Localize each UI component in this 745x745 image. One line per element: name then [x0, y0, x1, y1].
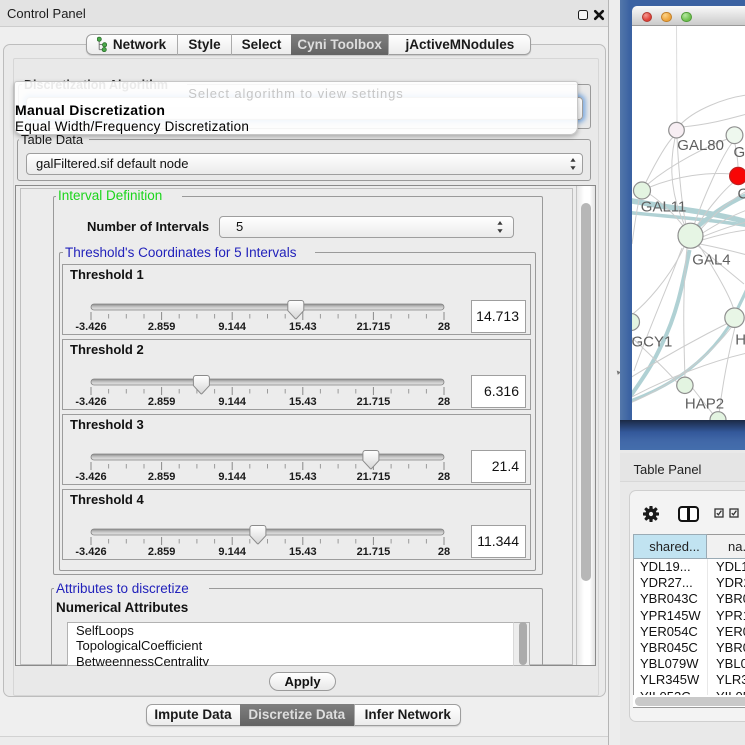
svg-text:9.144: 9.144: [218, 396, 246, 408]
svg-text:-3.426: -3.426: [75, 321, 106, 333]
svg-text:21.715: 21.715: [357, 396, 391, 408]
svg-text:15.43: 15.43: [289, 321, 317, 333]
svg-text:15.43: 15.43: [289, 546, 317, 558]
svg-text:GAL11: GAL11: [640, 199, 686, 216]
svg-text:GAL80: GAL80: [677, 137, 724, 154]
svg-text:21.715: 21.715: [357, 471, 391, 483]
svg-text:28: 28: [438, 546, 450, 558]
svg-text:2.859: 2.859: [148, 321, 176, 333]
svg-text:21.715: 21.715: [357, 546, 391, 558]
svg-text:28: 28: [438, 471, 450, 483]
svg-text:21.715: 21.715: [357, 321, 391, 333]
svg-text:C...: C...: [737, 186, 745, 203]
svg-text:-3.426: -3.426: [75, 396, 106, 408]
svg-text:GCY1: GCY1: [632, 334, 672, 351]
svg-text:2.859: 2.859: [148, 471, 176, 483]
svg-text:15.43: 15.43: [289, 471, 317, 483]
svg-text:GAL4: GAL4: [692, 252, 730, 269]
svg-text:G...: G...: [733, 144, 745, 161]
svg-text:2.859: 2.859: [148, 396, 176, 408]
svg-text:2.859: 2.859: [148, 546, 176, 558]
svg-text:28: 28: [438, 396, 450, 408]
svg-text:H...: H...: [735, 332, 745, 349]
svg-text:9.144: 9.144: [218, 321, 246, 333]
svg-text:HAP2: HAP2: [684, 396, 723, 413]
svg-text:28: 28: [438, 321, 450, 333]
svg-text:-3.426: -3.426: [75, 546, 106, 558]
svg-text:9.144: 9.144: [218, 471, 246, 483]
svg-text:15.43: 15.43: [289, 396, 317, 408]
svg-text:-3.426: -3.426: [75, 471, 106, 483]
svg-text:9.144: 9.144: [218, 546, 246, 558]
